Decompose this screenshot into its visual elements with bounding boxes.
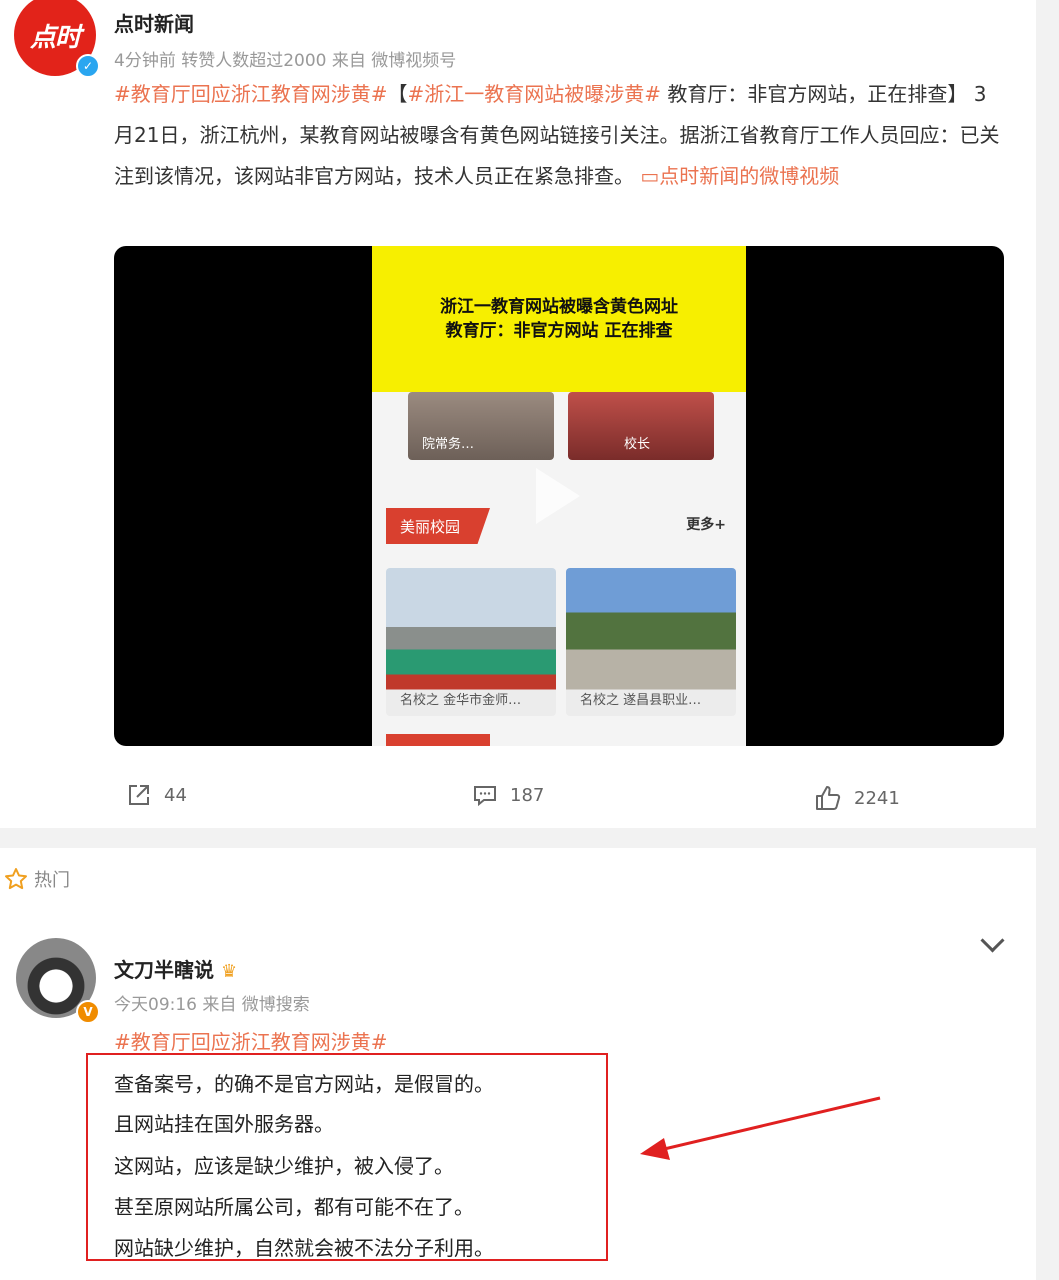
comment-count: 187 xyxy=(510,784,545,806)
share-icon xyxy=(129,785,149,805)
play-icon[interactable] xyxy=(536,468,580,524)
red-arrow-annotation xyxy=(640,1096,881,1160)
thumbs-up-icon xyxy=(816,786,841,810)
section-tag-partial xyxy=(386,734,490,746)
commenter-name[interactable]: 文刀半瞎说 ♛ xyxy=(114,954,237,983)
post-meta: 4分钟前 转赞人数超过2000 来自 微博视频号 xyxy=(114,46,456,71)
post-repost-count: 转赞人数超过2000 xyxy=(181,51,327,71)
post-source[interactable]: 来自 微博视频号 xyxy=(332,51,456,71)
video-headline-1: 浙江一教育网站被曝含黄色网址 xyxy=(440,297,678,317)
video-thumb: 校长 xyxy=(568,392,714,460)
comment-button[interactable]: 187 xyxy=(472,782,544,808)
thumb-caption: 校长 xyxy=(624,437,651,452)
comment-line: 查备案号，的确不是官方网站，是假冒的。 xyxy=(114,1072,494,1096)
comment-line: 甚至原网站所属公司，都有可能不在了。 xyxy=(114,1195,474,1219)
comment-meta: 今天09:16 来自 微博搜索 xyxy=(114,995,310,1015)
thumb-caption: 院常务… xyxy=(422,437,475,452)
verified-badge-icon: V xyxy=(76,1000,100,1024)
video-link[interactable]: ▭点时新闻的微博视频 xyxy=(640,164,839,188)
video-link-icon: ▭ xyxy=(640,164,660,188)
comment-line: 网站缺少维护，自然就会被不法分子利用。 xyxy=(114,1236,494,1260)
comment-line: 这网站，应该是缺少维护，被入侵了。 xyxy=(114,1154,454,1178)
comment-icon xyxy=(474,786,496,807)
video-player[interactable]: 浙江一教育网站被曝含黄色网址 教育厅：非官方网站 正在排查 院常务… 校长 美丽… xyxy=(114,246,1004,746)
more-label: 更多+ xyxy=(686,517,726,533)
hashtag-link[interactable]: #教育厅回应浙江教育网涉黄# xyxy=(114,82,388,106)
video-headline-2: 教育厅：非官方网站 正在排查 xyxy=(445,321,673,341)
thumb-caption: 名校之 金华市金师… xyxy=(400,693,522,708)
repost-button[interactable]: 44 xyxy=(126,782,187,808)
video-frame: 浙江一教育网站被曝含黄色网址 教育厅：非官方网站 正在排查 院常务… 校长 美丽… xyxy=(372,246,746,746)
video-headline-banner: 浙江一教育网站被曝含黄色网址 教育厅：非官方网站 正在排查 xyxy=(372,246,746,392)
video-thumb: 名校之 金华市金师… xyxy=(386,568,556,716)
post-author-name[interactable]: 点时新闻 xyxy=(114,8,194,37)
verified-badge-icon: ✓ xyxy=(76,54,100,78)
like-count: 2241 xyxy=(854,787,900,809)
member-crown-icon: ♛ xyxy=(220,961,238,982)
bracket-open: 【 xyxy=(387,82,408,106)
video-link-label: 点时新闻的微博视频 xyxy=(659,164,840,188)
commenter-name-text: 文刀半瞎说 xyxy=(114,958,214,982)
hashtag-link[interactable]: #浙江一教育网站被曝涉黄# xyxy=(408,82,662,106)
thumb-caption: 名校之 遂昌县职业… xyxy=(580,693,702,708)
hot-label-text: 热门 xyxy=(34,870,70,891)
star-icon xyxy=(5,868,27,890)
repost-count: 44 xyxy=(164,784,187,806)
comment-hashtag[interactable]: #教育厅回应浙江教育网涉黄# xyxy=(114,1026,388,1055)
video-thumb: 名校之 遂昌县职业… xyxy=(566,568,736,716)
video-thumb: 院常务… xyxy=(408,392,554,460)
section-tag: 美丽校园 xyxy=(386,508,490,544)
post-time[interactable]: 4分钟前 xyxy=(114,51,176,71)
hot-section-label: 热门 xyxy=(4,866,70,892)
like-button[interactable]: 2241 xyxy=(814,784,900,812)
post-text: #教育厅回应浙江教育网涉黄#【#浙江一教育网站被曝涉黄# 教育厅：非官方网站，正… xyxy=(114,74,1006,197)
comment-line: 且网站挂在国外服务器。 xyxy=(114,1112,334,1136)
